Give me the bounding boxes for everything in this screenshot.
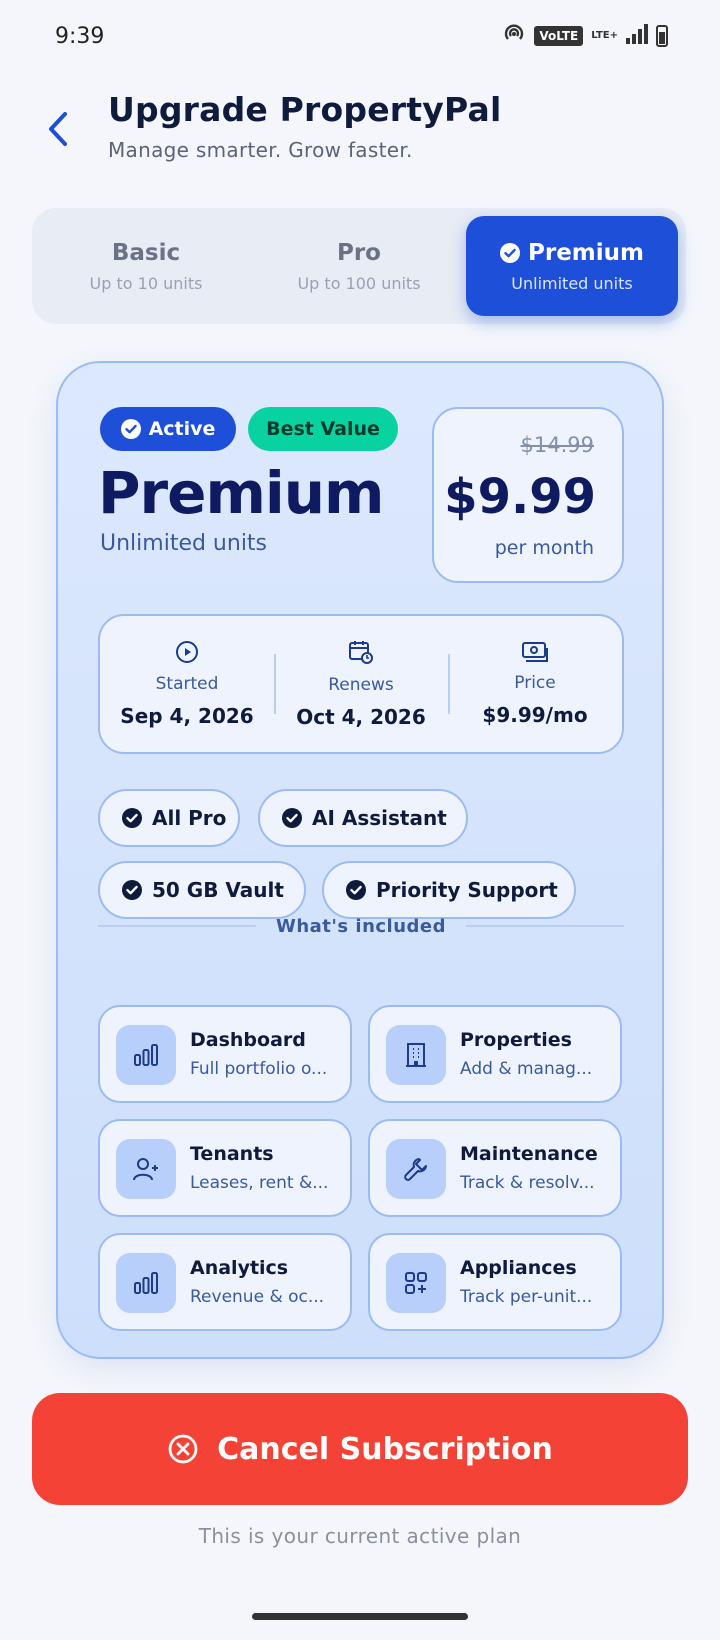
tab-subtitle: Up to 10 units	[89, 273, 203, 293]
feature-desc: Full portfolio o...	[190, 1059, 328, 1079]
check-circle-icon	[122, 808, 142, 828]
feature-title: Dashboard	[190, 1029, 306, 1051]
calendar-renew-icon	[349, 641, 373, 664]
check-circle-icon	[500, 242, 520, 263]
apps-add-icon	[386, 1253, 446, 1313]
price-period: per month	[494, 537, 594, 559]
check-circle-icon	[122, 880, 142, 900]
feature-title: Appliances	[460, 1257, 577, 1279]
info-value: Sep 4, 2026	[120, 704, 254, 728]
tab-pro[interactable]: Pro Up to 100 units	[253, 216, 465, 316]
tab-subtitle: Unlimited units	[511, 273, 633, 293]
current-plan-note: This is your current active plan	[198, 1524, 522, 1548]
close-circle-icon	[168, 1434, 198, 1464]
best-value-badge: Best Value	[248, 407, 398, 451]
volte-icon: VoLTE	[534, 26, 584, 46]
chip-label: 50 GB Vault	[152, 878, 284, 902]
price-box: $14.99 $9.99 per month	[432, 407, 624, 583]
divider-line	[98, 925, 256, 927]
feature-desc: Leases, rent &...	[190, 1173, 329, 1193]
tab-title: Pro	[336, 239, 381, 266]
original-price: $14.99	[520, 433, 594, 457]
feature-card-analytics[interactable]: Analytics Revenue & oc...	[98, 1233, 352, 1331]
info-label: Price	[514, 673, 556, 693]
play-circle-icon	[176, 641, 198, 663]
feature-chip: AI Assistant	[258, 789, 468, 847]
cancel-subscription-button[interactable]: Cancel Subscription	[32, 1393, 688, 1505]
lte-icon: LTE+	[591, 30, 618, 41]
feature-desc: Add & manag...	[460, 1059, 593, 1079]
plan-tabs: Basic Up to 10 units Pro Up to 100 units…	[32, 208, 686, 324]
feature-desc: Revenue & oc...	[190, 1287, 325, 1307]
bar-chart-icon	[116, 1253, 176, 1313]
chip-label: All Pro	[152, 806, 227, 830]
tab-title-wrap: Premium	[500, 240, 644, 266]
chevron-left-icon	[49, 112, 67, 146]
info-label: Started	[155, 674, 219, 694]
signal-icon	[626, 24, 648, 48]
user-add-icon	[116, 1139, 176, 1199]
whats-included-divider: What's included	[98, 911, 624, 941]
current-price: $9.99	[444, 469, 596, 525]
tab-title: Premium	[528, 239, 644, 266]
status-icons: VoLTE LTE+	[502, 23, 668, 49]
whats-included-label: What's included	[275, 915, 447, 937]
home-indicator[interactable]	[252, 1613, 468, 1620]
feature-card-maintenance[interactable]: Maintenance Track & resolv...	[368, 1119, 622, 1217]
money-icon	[522, 642, 548, 662]
feature-title: Tenants	[190, 1143, 274, 1165]
plan-name: Premium	[98, 459, 384, 527]
info-price: Price $9.99/mo	[448, 616, 622, 752]
feature-desc: Track & resolv...	[460, 1173, 595, 1193]
status-bar: 9:39 VoLTE LTE+	[0, 0, 720, 72]
feature-card-dashboard[interactable]: Dashboard Full portfolio o...	[98, 1005, 352, 1103]
cancel-subscription-label: Cancel Subscription	[217, 1431, 553, 1467]
feature-title: Properties	[460, 1029, 572, 1051]
check-circle-icon	[282, 808, 302, 828]
info-started: Started Sep 4, 2026	[100, 616, 274, 752]
feature-desc: Track per-unit...	[460, 1287, 593, 1307]
hotspot-icon	[502, 23, 526, 49]
page-subtitle: Manage smarter. Grow faster.	[108, 138, 413, 162]
info-renews: Renews Oct 4, 2026	[274, 616, 448, 752]
wrench-icon	[386, 1139, 446, 1199]
feature-card-appliances[interactable]: Appliances Track per-unit...	[368, 1233, 622, 1331]
tab-basic[interactable]: Basic Up to 10 units	[40, 216, 252, 316]
plan-card: Active Best Value Premium Unlimited unit…	[56, 361, 664, 1359]
battery-icon	[656, 25, 668, 47]
divider-line	[466, 925, 624, 927]
plan-units: Unlimited units	[100, 531, 268, 556]
subscription-info: Started Sep 4, 2026 Renews Oct 4, 2026 P…	[98, 614, 624, 754]
active-badge: Active	[100, 407, 236, 451]
building-icon	[386, 1025, 446, 1085]
feature-title: Maintenance	[460, 1143, 598, 1165]
info-label: Renews	[328, 675, 394, 695]
feature-card-properties[interactable]: Properties Add & manag...	[368, 1005, 622, 1103]
feature-card-tenants[interactable]: Tenants Leases, rent &...	[98, 1119, 352, 1217]
bar-chart-icon	[116, 1025, 176, 1085]
back-button[interactable]	[38, 105, 78, 153]
chip-label: Priority Support	[376, 878, 558, 902]
info-value: Oct 4, 2026	[296, 705, 426, 729]
active-badge-label: Active	[148, 418, 216, 440]
page-title: Upgrade PropertyPal	[108, 90, 502, 129]
feature-title: Analytics	[190, 1257, 289, 1279]
check-circle-icon	[120, 419, 141, 439]
tab-premium[interactable]: Premium Unlimited units	[466, 216, 678, 316]
feature-chip: All Pro	[98, 789, 240, 847]
tab-subtitle: Up to 100 units	[297, 273, 421, 293]
chip-label: AI Assistant	[312, 806, 447, 830]
status-time: 9:39	[55, 23, 105, 49]
check-circle-icon	[346, 880, 366, 900]
tab-title: Basic	[111, 239, 181, 266]
info-value: $9.99/mo	[482, 703, 588, 727]
